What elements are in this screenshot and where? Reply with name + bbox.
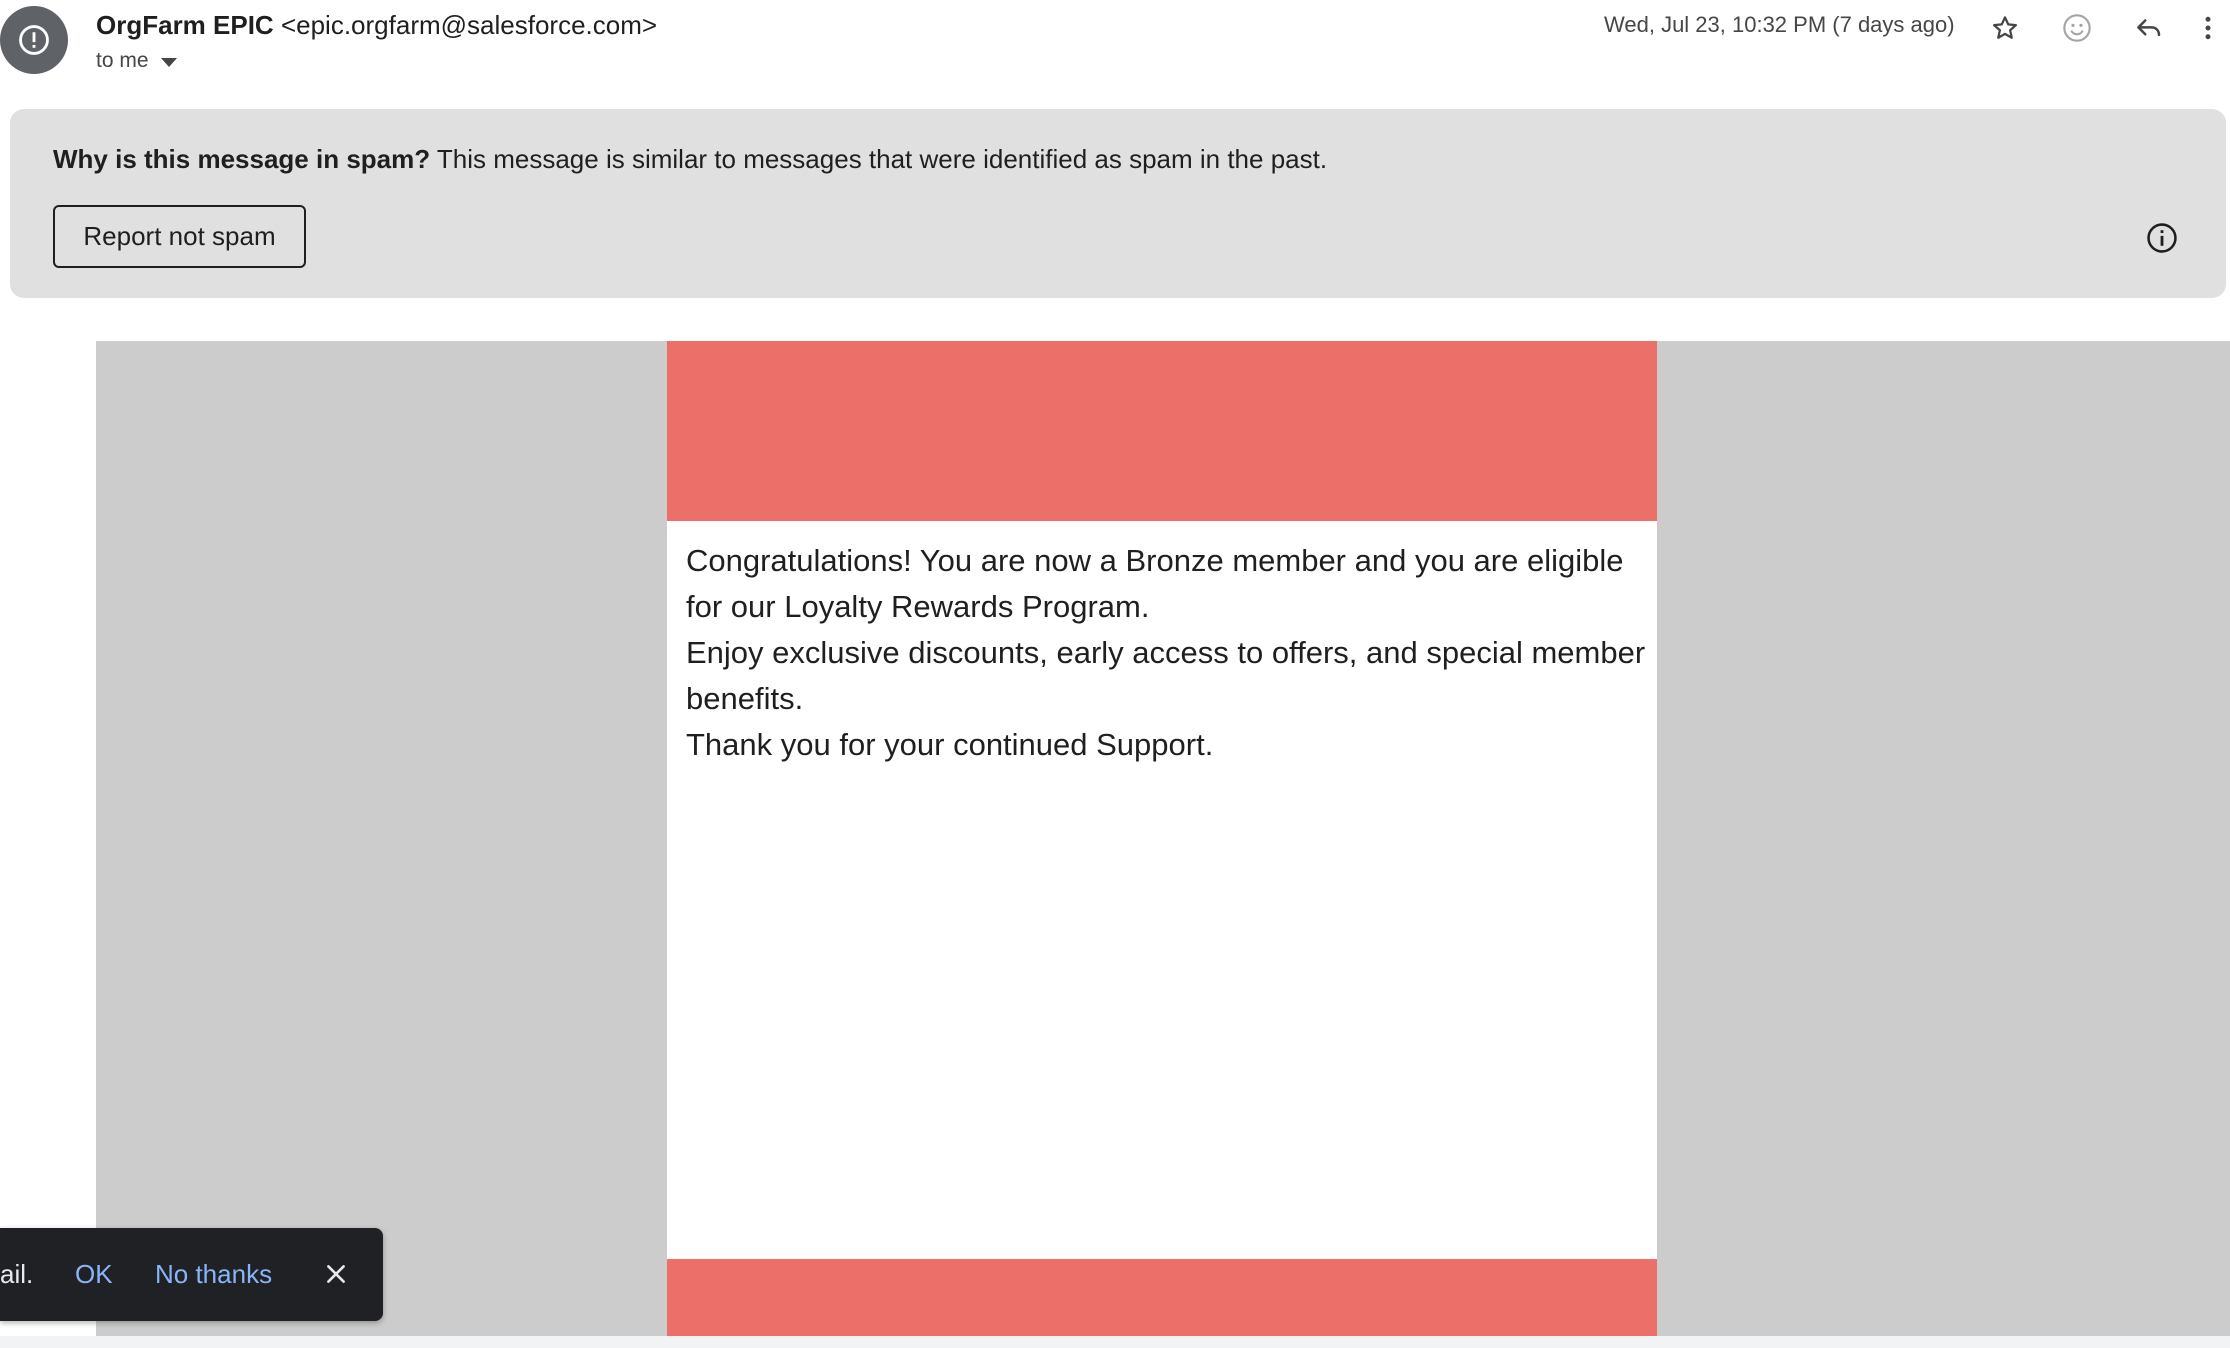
emoji-reaction-icon	[2063, 14, 2091, 42]
star-icon	[1993, 16, 2017, 39]
more-options-icon	[2205, 16, 2211, 40]
recipient-label: to me	[96, 49, 149, 72]
email-paragraph: Enjoy exclusive discounts, early access …	[686, 635, 1646, 716]
spam-banner-title: Why is this message in spam?	[53, 144, 431, 174]
bottom-divider	[0, 1336, 2230, 1348]
star-button[interactable]	[1983, 6, 2027, 50]
more-options-button[interactable]	[2186, 6, 2230, 50]
report-not-spam-button[interactable]: Report not spam	[53, 205, 306, 268]
email-paragraph: Thank you for your continued Support.	[686, 727, 1214, 762]
sender-name: OrgFarm EPIC	[96, 10, 274, 40]
sender-avatar[interactable]	[0, 6, 68, 74]
message-date: Wed, Jul 23, 10:32 PM (7 days ago)	[1604, 12, 1955, 37]
email-header-banner	[667, 341, 1657, 521]
email-footer-banner	[667, 1259, 1657, 1336]
close-icon	[327, 1265, 345, 1283]
email-paragraph: Congratulations! You are now a Bronze me…	[686, 543, 1624, 624]
spam-info-button[interactable]	[2140, 216, 2184, 260]
info-icon	[2147, 223, 2177, 253]
sender-line: OrgFarm EPIC <epic.orgfarm@salesforce.co…	[96, 9, 657, 41]
email-message: Congratulations! You are now a Bronze me…	[686, 538, 1646, 768]
spam-explanation: Why is this message in spam? This messag…	[53, 143, 1327, 175]
snackbar: ail. OK No thanks	[0, 1228, 383, 1321]
sender-email: <epic.orgfarm@salesforce.com>	[280, 10, 658, 40]
reply-button[interactable]	[2127, 6, 2171, 50]
spam-banner-message: This message is similar to messages that…	[436, 144, 1328, 174]
snackbar-ok-button[interactable]: OK	[75, 1259, 113, 1290]
reply-icon	[2137, 19, 2161, 37]
chevron-down-icon	[160, 57, 177, 67]
add-reaction-button[interactable]	[2055, 6, 2099, 50]
spam-warning-icon	[19, 25, 49, 55]
snackbar-no-thanks-button[interactable]: No thanks	[155, 1259, 272, 1290]
snackbar-close-button[interactable]	[318, 1256, 354, 1292]
recipient-dropdown[interactable]: to me	[96, 49, 177, 73]
snackbar-text: ail.	[0, 1259, 34, 1289]
spam-banner	[10, 109, 2226, 298]
